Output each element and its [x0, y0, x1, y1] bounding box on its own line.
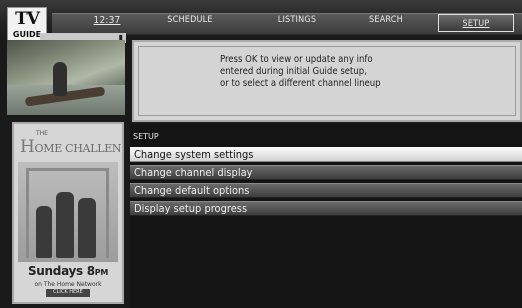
- ad-brand: HOME CHALLENGE: [20, 137, 122, 157]
- info-line-3: or to select a different channel lineup: [220, 78, 381, 89]
- info-panel: Press OK to view or update any info ente…: [132, 40, 522, 122]
- ad-brand-initial: H: [20, 137, 35, 157]
- info-line-1: Press OK to view or update any info: [220, 54, 373, 65]
- family-member-left: [36, 206, 52, 258]
- house-frame-left: [26, 168, 29, 258]
- menu-item-change-default-options[interactable]: Change default options: [130, 183, 522, 198]
- menu-item-change-channel-display[interactable]: Change channel display: [130, 165, 522, 180]
- menu-item-display-setup-progress[interactable]: Display setup progress: [130, 201, 522, 216]
- ad-brand-rest: OME CHALLENGE: [34, 142, 122, 155]
- ad-schedule: Sundays 8PM: [14, 264, 122, 278]
- video-person: [53, 62, 67, 96]
- tab-listings[interactable]: LISTINGS: [262, 15, 332, 31]
- tab-setup[interactable]: SETUP: [438, 14, 514, 32]
- ad-photo: [18, 162, 118, 262]
- ad-time-suffix: PM: [94, 268, 109, 277]
- house-frame-right: [106, 168, 109, 258]
- tab-search[interactable]: SEARCH: [356, 15, 416, 31]
- ad-brand-small: THE: [36, 130, 48, 137]
- family-member-center: [56, 192, 74, 258]
- info-line-2: entered during initial Guide setup,: [220, 66, 367, 77]
- menu-item-change-system-settings[interactable]: Change system settings: [130, 147, 522, 162]
- logo-line1: TV: [15, 9, 40, 29]
- clock-time: 12:37: [93, 15, 121, 26]
- ad-network: on The Home Network: [34, 281, 102, 288]
- family-member-right: [78, 198, 96, 258]
- live-video-preview[interactable]: [7, 40, 125, 115]
- ad-click-here[interactable]: CLICK HERE: [46, 289, 90, 297]
- setup-section-title: SETUP: [133, 132, 159, 141]
- guide-screen: TV GUIDE 12:37 SCHEDULE LISTINGS SEARCH …: [0, 0, 522, 308]
- house-frame-top: [26, 168, 109, 171]
- tab-schedule[interactable]: SCHEDULE: [150, 15, 230, 31]
- info-text: Press OK to view or update any info ente…: [220, 54, 450, 90]
- ad-panel[interactable]: THE HOME CHALLENGE Sundays 8PM on The Ho…: [12, 122, 124, 304]
- ad-day: Sundays 8: [27, 264, 95, 278]
